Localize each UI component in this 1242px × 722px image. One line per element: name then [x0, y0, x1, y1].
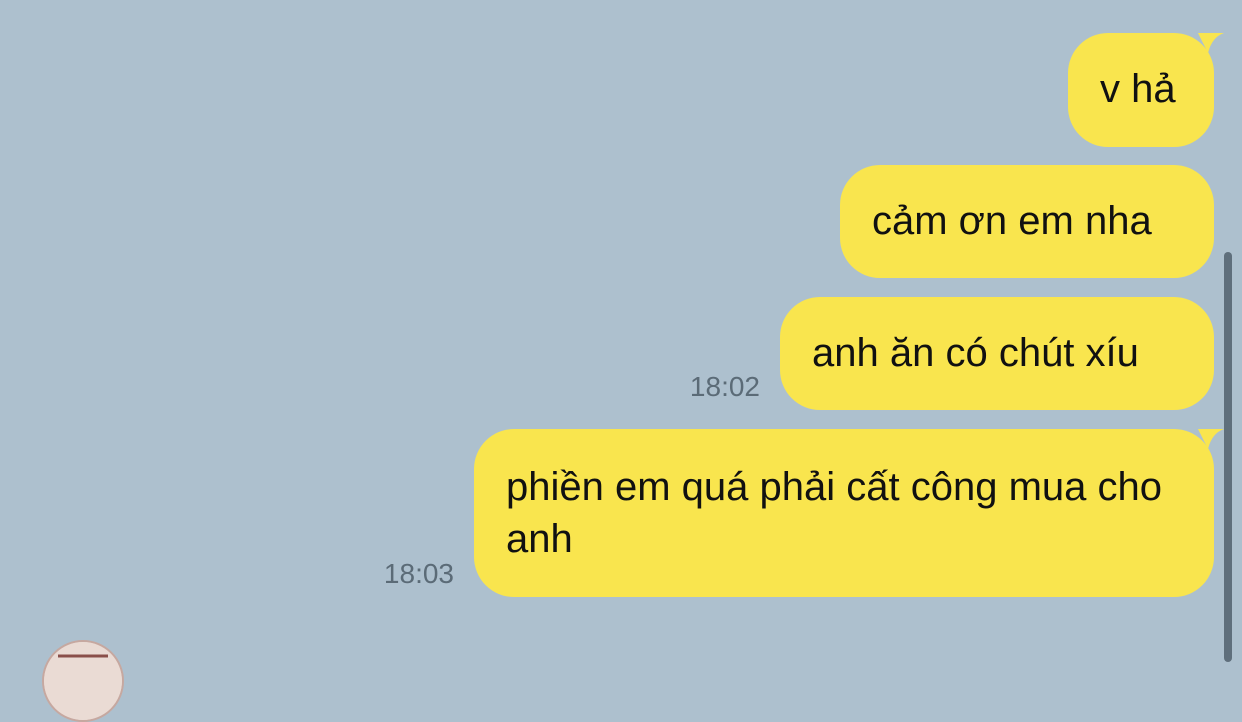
contact-avatar[interactable] — [42, 640, 124, 722]
message-row: 18:02 anh ăn có chút xíu — [690, 297, 1214, 410]
message-text: cảm ơn em nha — [872, 199, 1152, 243]
avatar-icon — [44, 642, 122, 720]
message-text: phiền em quá phải cất công mua cho anh — [506, 465, 1162, 561]
message-timestamp: 18:03 — [383, 558, 454, 589]
message-bubble-outgoing[interactable]: cảm ơn em nha — [840, 165, 1214, 278]
message-row: cảm ơn em nha — [840, 165, 1214, 278]
message-bubble-outgoing[interactable]: phiền em quá phải cất công mua cho anh — [474, 429, 1224, 597]
bubble-tail-icon — [1198, 429, 1224, 449]
message-bubble-outgoing[interactable]: v hả — [1068, 33, 1224, 147]
message-row: v hả — [1068, 33, 1224, 147]
bubble-tail-icon — [1198, 33, 1224, 53]
message-row: 18:03 phiền em quá phải cất công mua cho… — [383, 429, 1224, 597]
message-timestamp: 18:02 — [689, 371, 760, 402]
scrollbar[interactable] — [1224, 252, 1232, 662]
message-bubble-outgoing[interactable]: anh ăn có chút xíu — [780, 297, 1214, 410]
message-text: anh ăn có chút xíu — [812, 331, 1139, 375]
message-text: v hả — [1100, 67, 1176, 111]
chat-message-list[interactable]: v hả cảm ơn em nha 18:02 anh ăn có chút … — [0, 0, 1242, 722]
